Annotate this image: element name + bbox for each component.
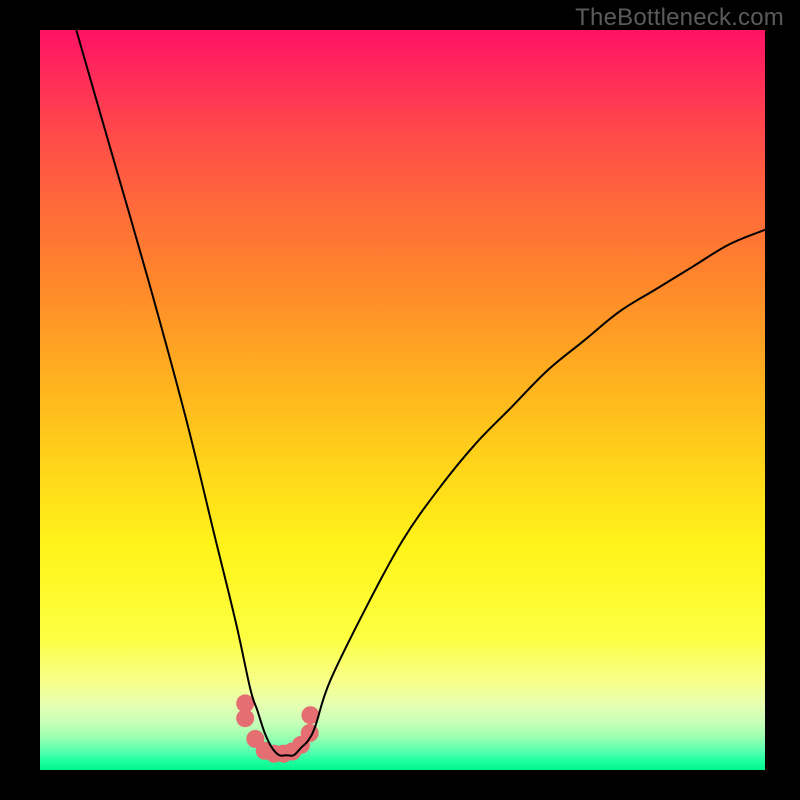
bottleneck-curve	[76, 30, 765, 756]
highlight-dots-group	[236, 694, 319, 762]
curve-layer	[40, 30, 765, 770]
highlight-dot	[236, 709, 254, 727]
chart-container: TheBottleneck.com	[0, 0, 800, 800]
watermark-text: TheBottleneck.com	[575, 4, 784, 32]
plot-area	[40, 30, 765, 770]
